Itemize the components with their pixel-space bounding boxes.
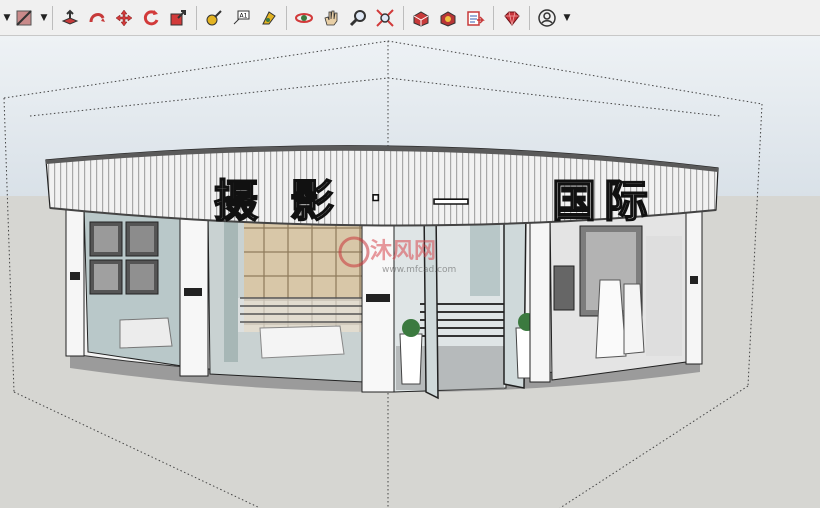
push-pull-icon[interactable] — [58, 6, 82, 30]
toolbar-separator — [529, 5, 530, 30]
sign-char-3: · — [370, 181, 381, 216]
toolbar-separator — [403, 5, 404, 30]
extension-warehouse-icon[interactable] — [436, 6, 460, 30]
toolbar-separator — [493, 5, 494, 30]
rotate-icon[interactable] — [139, 6, 163, 30]
orbit-icon[interactable] — [292, 6, 316, 30]
sign-char-1: 摄 — [214, 176, 258, 227]
watermark-main: 沐风网 — [370, 239, 436, 264]
sketchup-window: ▼ ▼ A1 ▼ 摄 影 · — 国 际 沐风网 www.mfcad.com — [0, 0, 820, 508]
zoom-icon[interactable] — [346, 6, 370, 30]
tape-measure-icon[interactable] — [202, 6, 226, 30]
toolbar-separator — [52, 5, 53, 30]
account-dropdown-arrow[interactable]: ▼ — [562, 13, 572, 23]
account-icon[interactable] — [535, 6, 559, 30]
ruby-console-icon[interactable] — [499, 6, 523, 30]
scale-icon[interactable] — [166, 6, 190, 30]
watermark-sub: www.mfcad.com — [382, 265, 456, 275]
sign-char-4: — — [432, 177, 470, 221]
paint-dropdown-arrow[interactable]: ▼ — [39, 13, 49, 23]
toolbar-separator — [196, 5, 197, 30]
planter-left — [399, 319, 423, 385]
3d-viewport[interactable]: 摄 影 · — 国 际 沐风网 www.mfcad.com — [0, 36, 820, 508]
follow-me-icon[interactable] — [85, 6, 109, 30]
sign-char-5: 国 — [552, 176, 596, 227]
sign-char-2: 影 — [290, 176, 334, 227]
3d-warehouse-icon[interactable] — [409, 6, 433, 30]
toolbar-separator — [286, 5, 287, 30]
send-to-layout-icon[interactable] — [463, 6, 487, 30]
sign-char-6: 际 — [604, 176, 648, 227]
model-scene: 摄 影 · — 国 际 沐风网 www.mfcad.com — [0, 36, 820, 508]
text-label-icon[interactable]: A1 — [229, 6, 253, 30]
main-toolbar: ▼ ▼ A1 ▼ — [0, 0, 820, 36]
pan-icon[interactable] — [319, 6, 343, 30]
zoom-extents-icon[interactable] — [373, 6, 397, 30]
style-dropdown-arrow[interactable]: ▼ — [2, 13, 12, 23]
svg-text:A1: A1 — [240, 12, 248, 19]
paint-icon[interactable] — [256, 6, 280, 30]
door-left[interactable] — [423, 207, 439, 400]
move-icon[interactable] — [112, 6, 136, 30]
paint-bucket-icon[interactable] — [12, 6, 36, 30]
pillar-right — [529, 207, 551, 383]
